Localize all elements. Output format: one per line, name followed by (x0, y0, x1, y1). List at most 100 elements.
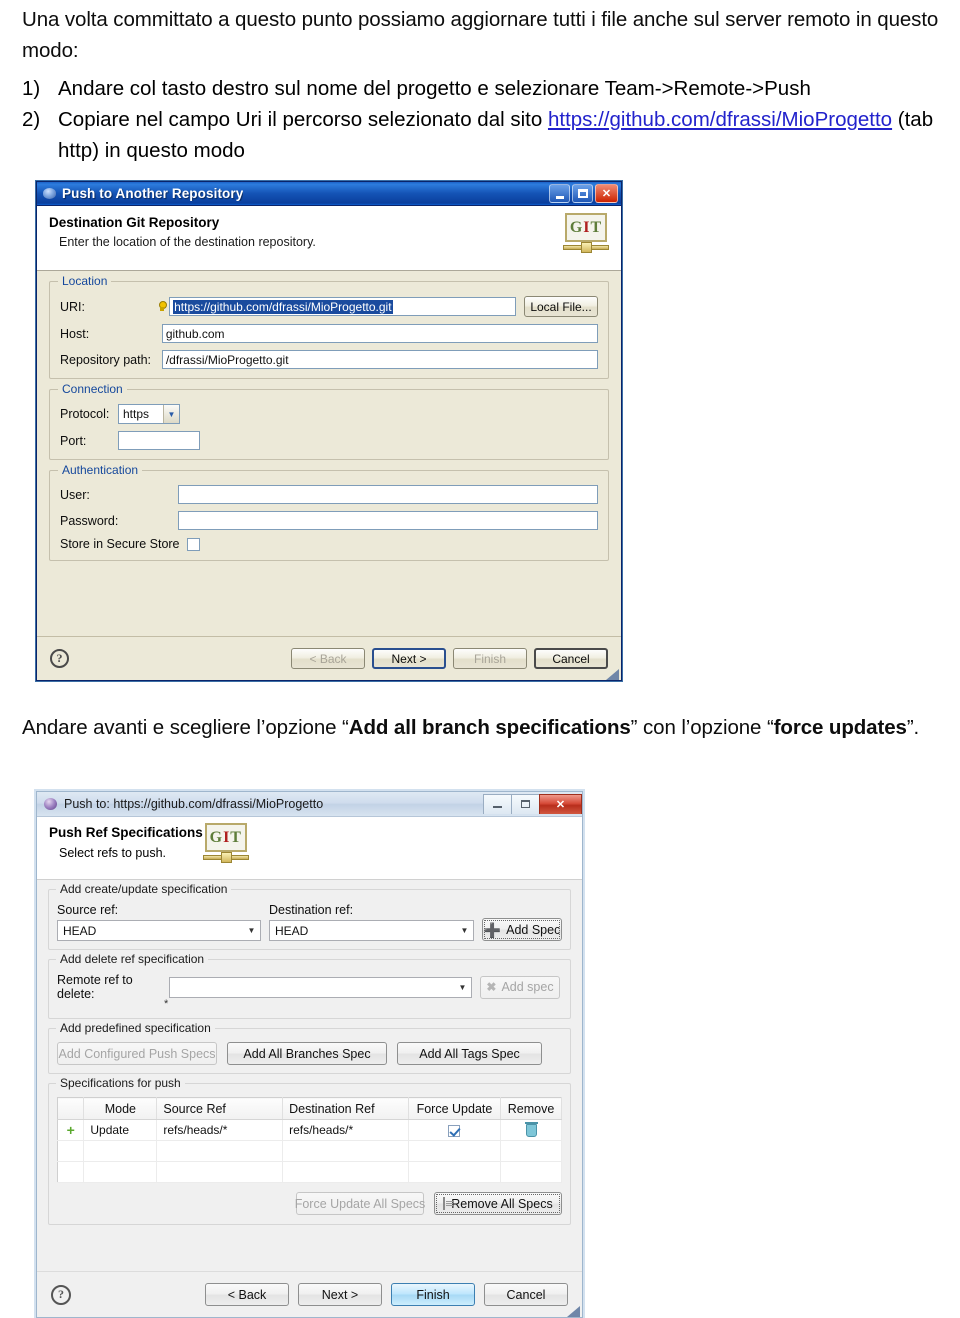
back-button[interactable]: < Back (205, 1283, 289, 1306)
add-spec-button[interactable]: ➕ Add Spec (482, 918, 562, 941)
dialog1-body: Location URI: https://github.com/dfrassi… (37, 271, 621, 637)
empty-cell (282, 1161, 409, 1183)
col-mode[interactable]: Mode (83, 1097, 158, 1120)
middle-paragraph-block: Andare avanti e scegliere l’opzione “Add… (22, 712, 946, 743)
git-logo-plate: GIT (204, 823, 247, 852)
push-to-another-repository-dialog[interactable]: Push to Another Repository ✕ Destination… (36, 181, 622, 681)
port-input[interactable] (118, 431, 200, 450)
minimize-button[interactable] (483, 793, 512, 814)
local-file-button[interactable]: Local File... (524, 296, 598, 317)
user-row: User: (60, 485, 598, 504)
help-icon[interactable]: ? (51, 1284, 71, 1305)
git-logo-t: T (590, 218, 603, 236)
add-spec-label: Add Spec (506, 922, 561, 937)
close-icon[interactable]: ✕ (595, 184, 618, 203)
step-2-text: Copiare nel campo Uri il percorso selezi… (58, 104, 946, 166)
remove-all-specs-button[interactable]: Remove All Specs (434, 1192, 562, 1215)
git-logo-g: G (209, 828, 224, 846)
add-configured-push-specs-button: Add Configured Push Specs (57, 1042, 217, 1065)
dialog1-window-controls[interactable]: ✕ (549, 184, 618, 203)
remove-all-specs-label: Remove All Specs (451, 1196, 553, 1211)
empty-cell (408, 1161, 502, 1183)
destination-ref-select[interactable]: HEAD ▼ (269, 920, 474, 941)
git-logo-plate: GIT (565, 213, 607, 242)
chevron-down-icon[interactable]: ▼ (163, 405, 179, 423)
table-row[interactable]: + Update refs/heads/* refs/heads/* (57, 1119, 562, 1141)
force-update-checkbox[interactable] (448, 1124, 461, 1137)
password-input[interactable] (177, 511, 598, 530)
add-all-branches-spec-button[interactable]: Add All Branches Spec (227, 1042, 387, 1065)
dialog1-header-title: Destination Git Repository (49, 215, 220, 230)
dialog2-titlebar[interactable]: Push to: https://github.com/dfrassi/MioP… (37, 792, 582, 817)
col-remove[interactable]: Remove (500, 1097, 562, 1120)
dialog1-titlebar[interactable]: Push to Another Repository ✕ (37, 182, 621, 206)
add-all-tags-spec-button[interactable]: Add All Tags Spec (397, 1042, 542, 1065)
host-input[interactable]: github.com (161, 324, 598, 343)
maximize-button[interactable] (511, 793, 540, 814)
force-update-all-specs-button: Force Update All Specs (295, 1192, 425, 1215)
source-ref-value: HEAD (63, 923, 97, 938)
chevron-down-icon[interactable]: ▼ (243, 921, 260, 940)
connection-group: Connection Protocol: https ▼ Port: (49, 382, 609, 460)
store-secure-row: Store in Secure Store (60, 537, 598, 551)
protocol-select[interactable]: https ▼ (118, 404, 180, 424)
remote-ref-to-delete-label: Remote ref to delete: (57, 973, 133, 1001)
git-logo-icon: GIT (202, 823, 249, 867)
plus-icon: + (66, 1122, 75, 1138)
store-in-secure-store-checkbox[interactable] (186, 537, 200, 551)
dialog2-body: Add create/update specification Source r… (37, 880, 582, 1272)
dialog2-header-text: Push Ref Specifications Select refs to p… (49, 825, 203, 879)
row-remove-cell[interactable] (500, 1119, 562, 1141)
chevron-down-icon[interactable]: ▼ (456, 921, 473, 940)
dialog2-header: Push Ref Specifications Select refs to p… (37, 817, 582, 1317)
destination-ref-label: Destination ref: (269, 903, 354, 917)
source-ref-select[interactable]: HEAD ▼ (57, 920, 261, 941)
next-button[interactable]: Next > (298, 1283, 382, 1306)
empty-cell (57, 1140, 85, 1162)
maximize-button[interactable] (572, 184, 593, 203)
dialog2-footer-buttons: < Back Next > Finish Cancel (205, 1283, 568, 1306)
remote-ref-to-delete-combo[interactable]: ▼ (169, 976, 472, 998)
password-label: Password: (60, 513, 119, 528)
specifications-table[interactable]: Mode Source Ref Destination Ref Force Up… (57, 1097, 562, 1183)
dialog2-header-title: Push Ref Specifications (49, 825, 203, 840)
row-force-update-cell[interactable] (408, 1119, 502, 1141)
col-force-update[interactable]: Force Update (408, 1097, 502, 1120)
protocol-label: Protocol: (60, 407, 110, 421)
destination-ref-value: HEAD (275, 923, 309, 938)
close-icon[interactable]: ✕ (539, 793, 582, 814)
cancel-button[interactable]: Cancel (534, 648, 608, 669)
middle-bold-1: Add all branch specifications (348, 716, 631, 739)
uri-input[interactable]: https://github.com/dfrassi/MioProgetto.g… (169, 297, 516, 316)
store-secure-label: Store in Secure Store (60, 537, 180, 551)
specifications-for-push-group-title: Specifications for push (56, 1076, 185, 1090)
dialog1-title: Push to Another Repository (62, 186, 244, 201)
cancel-button[interactable]: Cancel (484, 1283, 568, 1306)
chevron-down-icon[interactable]: ▼ (454, 978, 471, 997)
github-repo-link[interactable]: https://github.com/dfrassi/MioProgetto (548, 108, 892, 131)
col-destination-ref[interactable]: Destination Ref (282, 1097, 409, 1120)
repository-path-input[interactable]: /dfrassi/MioProgetto.git (161, 350, 598, 369)
dialog1-header-subtitle: Enter the location of the destination re… (59, 235, 316, 249)
minimize-button[interactable] (549, 184, 570, 203)
user-input[interactable] (177, 485, 598, 504)
connection-group-title: Connection (58, 382, 127, 396)
authentication-group: Authentication User: Password: Store in … (49, 463, 609, 561)
empty-cell (83, 1140, 158, 1162)
col-source-ref[interactable]: Source Ref (156, 1097, 284, 1120)
steps-list-block: 1) Andare col tasto destro sul nome del … (22, 73, 946, 166)
git-logo-t: T (230, 828, 242, 846)
repository-path-label: Repository path: (60, 352, 152, 367)
trash-icon[interactable] (524, 1122, 538, 1138)
push-ref-specifications-dialog[interactable]: Push to: https://github.com/dfrassi/MioP… (36, 791, 583, 1318)
finish-button[interactable]: Finish (391, 1283, 475, 1306)
git-logo-i: I (583, 218, 591, 236)
next-button[interactable]: Next > (372, 648, 446, 669)
dialog2-title: Push to: https://github.com/dfrassi/MioP… (64, 797, 324, 811)
git-logo-i: I (223, 828, 231, 846)
help-icon[interactable]: ? (50, 649, 69, 668)
step-2-text-before: Copiare nel campo Uri il percorso selezi… (58, 108, 548, 131)
dialog2-window-controls[interactable]: ✕ (483, 793, 582, 815)
uri-row: URI: https://github.com/dfrassi/MioProge… (60, 296, 598, 317)
middle-bold-2: force updates (773, 716, 907, 739)
